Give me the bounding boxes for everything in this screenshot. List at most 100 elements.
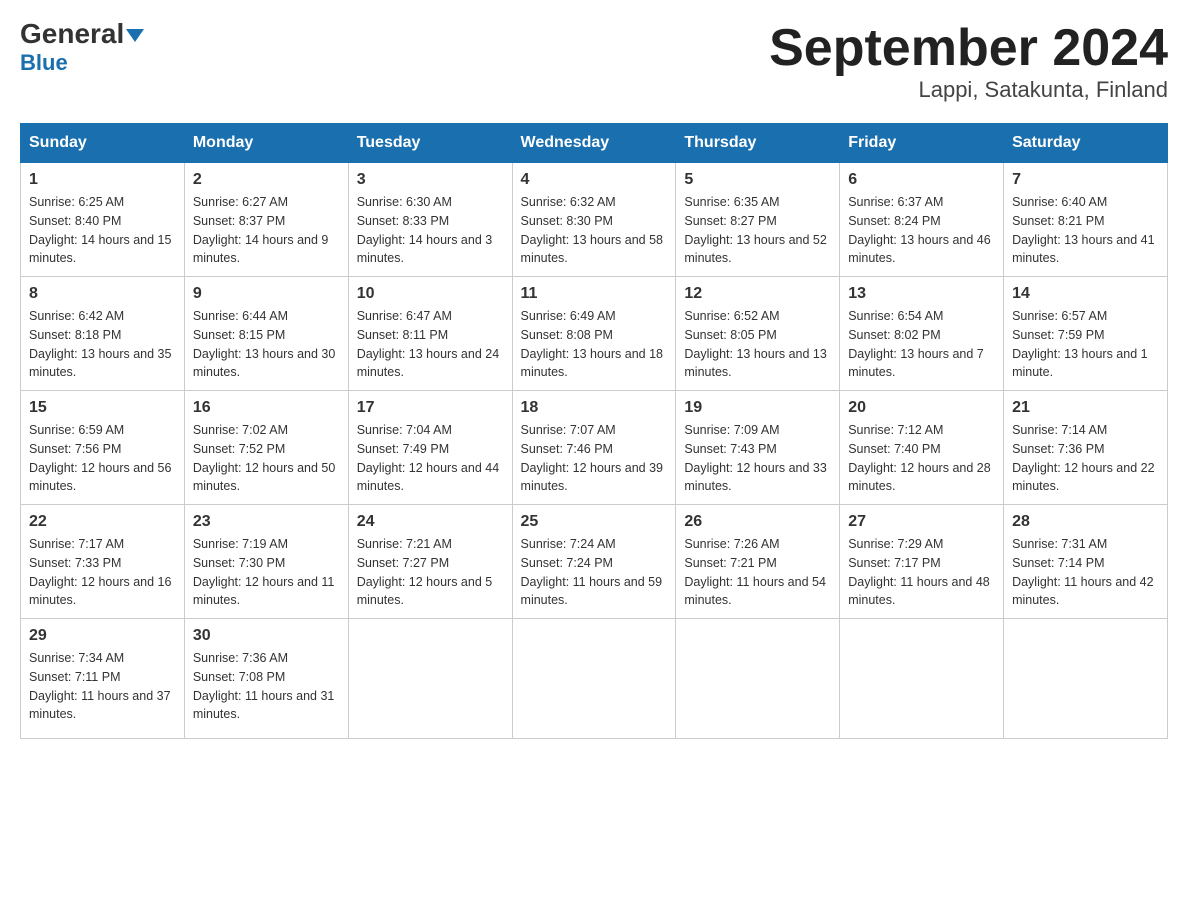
day-info: Sunrise: 6:54 AMSunset: 8:02 PMDaylight:…: [848, 307, 995, 382]
calendar-table: SundayMondayTuesdayWednesdayThursdayFrid…: [20, 123, 1168, 739]
day-number: 5: [684, 171, 831, 189]
day-info: Sunrise: 7:21 AMSunset: 7:27 PMDaylight:…: [357, 535, 504, 610]
day-number: 24: [357, 513, 504, 531]
day-info: Sunrise: 7:36 AMSunset: 7:08 PMDaylight:…: [193, 649, 340, 724]
calendar-cell: 15 Sunrise: 6:59 AMSunset: 7:56 PMDayligh…: [21, 391, 185, 505]
header-cell-thursday: Thursday: [676, 124, 840, 163]
day-info: Sunrise: 6:59 AMSunset: 7:56 PMDaylight:…: [29, 421, 176, 496]
header-cell-tuesday: Tuesday: [348, 124, 512, 163]
header-cell-friday: Friday: [840, 124, 1004, 163]
day-number: 13: [848, 285, 995, 303]
day-number: 15: [29, 399, 176, 417]
day-number: 16: [193, 399, 340, 417]
day-number: 6: [848, 171, 995, 189]
calendar-cell: 14 Sunrise: 6:57 AMSunset: 7:59 PMDayligh…: [1004, 277, 1168, 391]
day-number: 12: [684, 285, 831, 303]
day-info: Sunrise: 6:40 AMSunset: 8:21 PMDaylight:…: [1012, 193, 1159, 268]
day-info: Sunrise: 6:35 AMSunset: 8:27 PMDaylight:…: [684, 193, 831, 268]
day-info: Sunrise: 6:52 AMSunset: 8:05 PMDaylight:…: [684, 307, 831, 382]
day-info: Sunrise: 7:24 AMSunset: 7:24 PMDaylight:…: [521, 535, 668, 610]
day-number: 26: [684, 513, 831, 531]
day-number: 11: [521, 285, 668, 303]
day-number: 23: [193, 513, 340, 531]
header-cell-saturday: Saturday: [1004, 124, 1168, 163]
calendar-cell: [348, 619, 512, 739]
day-info: Sunrise: 7:14 AMSunset: 7:36 PMDaylight:…: [1012, 421, 1159, 496]
day-number: 9: [193, 285, 340, 303]
day-info: Sunrise: 7:31 AMSunset: 7:14 PMDaylight:…: [1012, 535, 1159, 610]
day-number: 3: [357, 171, 504, 189]
day-number: 29: [29, 627, 176, 645]
day-info: Sunrise: 7:02 AMSunset: 7:52 PMDaylight:…: [193, 421, 340, 496]
header-cell-sunday: Sunday: [21, 124, 185, 163]
calendar-cell: 12 Sunrise: 6:52 AMSunset: 8:05 PMDayligh…: [676, 277, 840, 391]
day-number: 18: [521, 399, 668, 417]
day-number: 25: [521, 513, 668, 531]
calendar-cell: 25 Sunrise: 7:24 AMSunset: 7:24 PMDayligh…: [512, 505, 676, 619]
calendar-cell: 9 Sunrise: 6:44 AMSunset: 8:15 PMDaylight…: [184, 277, 348, 391]
day-number: 10: [357, 285, 504, 303]
calendar-cell: 19Sunrise: 7:09 AMSunset: 7:43 PMDayligh…: [676, 391, 840, 505]
day-info: Sunrise: 6:49 AMSunset: 8:08 PMDaylight:…: [521, 307, 668, 382]
calendar-cell: 29Sunrise: 7:34 AMSunset: 7:11 PMDayligh…: [21, 619, 185, 739]
day-number: 20: [848, 399, 995, 417]
day-info: Sunrise: 7:19 AMSunset: 7:30 PMDaylight:…: [193, 535, 340, 610]
calendar-cell: [512, 619, 676, 739]
day-info: Sunrise: 7:29 AMSunset: 7:17 PMDaylight:…: [848, 535, 995, 610]
logo-blue: Blue: [20, 50, 68, 76]
day-number: 22: [29, 513, 176, 531]
calendar-body: 1 Sunrise: 6:25 AMSunset: 8:40 PMDaylight…: [21, 163, 1168, 739]
calendar-cell: 11 Sunrise: 6:49 AMSunset: 8:08 PMDayligh…: [512, 277, 676, 391]
calendar-cell: 2 Sunrise: 6:27 AMSunset: 8:37 PMDaylight…: [184, 163, 348, 277]
day-info: Sunrise: 6:27 AMSunset: 8:37 PMDaylight:…: [193, 193, 340, 268]
day-number: 8: [29, 285, 176, 303]
day-info: Sunrise: 7:04 AMSunset: 7:49 PMDaylight:…: [357, 421, 504, 496]
logo-general: General: [20, 20, 144, 48]
logo: General Blue: [20, 20, 144, 76]
calendar-cell: 21 Sunrise: 7:14 AMSunset: 7:36 PMDayligh…: [1004, 391, 1168, 505]
day-info: Sunrise: 7:17 AMSunset: 7:33 PMDaylight:…: [29, 535, 176, 610]
day-number: 14: [1012, 285, 1159, 303]
calendar-week-5: 29Sunrise: 7:34 AMSunset: 7:11 PMDayligh…: [21, 619, 1168, 739]
calendar-cell: 10 Sunrise: 6:47 AMSunset: 8:11 PMDayligh…: [348, 277, 512, 391]
day-info: Sunrise: 6:25 AMSunset: 8:40 PMDaylight:…: [29, 193, 176, 268]
calendar-cell: 16 Sunrise: 7:02 AMSunset: 7:52 PMDayligh…: [184, 391, 348, 505]
calendar-cell: 3Sunrise: 6:30 AMSunset: 8:33 PMDaylight…: [348, 163, 512, 277]
day-number: 7: [1012, 171, 1159, 189]
day-number: 28: [1012, 513, 1159, 531]
day-info: Sunrise: 7:12 AMSunset: 7:40 PMDaylight:…: [848, 421, 995, 496]
day-number: 19: [684, 399, 831, 417]
calendar-cell: 24 Sunrise: 7:21 AMSunset: 7:27 PMDayligh…: [348, 505, 512, 619]
calendar-cell: 23 Sunrise: 7:19 AMSunset: 7:30 PMDayligh…: [184, 505, 348, 619]
calendar-cell: 27 Sunrise: 7:29 AMSunset: 7:17 PMDayligh…: [840, 505, 1004, 619]
day-info: Sunrise: 6:47 AMSunset: 8:11 PMDaylight:…: [357, 307, 504, 382]
calendar-cell: 1 Sunrise: 6:25 AMSunset: 8:40 PMDaylight…: [21, 163, 185, 277]
day-info: Sunrise: 6:37 AMSunset: 8:24 PMDaylight:…: [848, 193, 995, 268]
day-number: 2: [193, 171, 340, 189]
day-info: Sunrise: 7:26 AMSunset: 7:21 PMDaylight:…: [684, 535, 831, 610]
calendar-cell: 6 Sunrise: 6:37 AMSunset: 8:24 PMDaylight…: [840, 163, 1004, 277]
page-header: General Blue September 2024 Lappi, Satak…: [20, 20, 1168, 103]
calendar-cell: 4Sunrise: 6:32 AMSunset: 8:30 PMDaylight…: [512, 163, 676, 277]
calendar-cell: 7 Sunrise: 6:40 AMSunset: 8:21 PMDaylight…: [1004, 163, 1168, 277]
calendar-cell: [840, 619, 1004, 739]
location-subtitle: Lappi, Satakunta, Finland: [769, 77, 1168, 103]
calendar-cell: 18Sunrise: 7:07 AMSunset: 7:46 PMDayligh…: [512, 391, 676, 505]
calendar-cell: 8Sunrise: 6:42 AMSunset: 8:18 PMDaylight…: [21, 277, 185, 391]
calendar-cell: 17Sunrise: 7:04 AMSunset: 7:49 PMDayligh…: [348, 391, 512, 505]
calendar-week-1: 1 Sunrise: 6:25 AMSunset: 8:40 PMDaylight…: [21, 163, 1168, 277]
day-number: 27: [848, 513, 995, 531]
day-number: 30: [193, 627, 340, 645]
calendar-cell: 30 Sunrise: 7:36 AMSunset: 7:08 PMDayligh…: [184, 619, 348, 739]
calendar-week-2: 8Sunrise: 6:42 AMSunset: 8:18 PMDaylight…: [21, 277, 1168, 391]
header-cell-wednesday: Wednesday: [512, 124, 676, 163]
calendar-header: SundayMondayTuesdayWednesdayThursdayFrid…: [21, 124, 1168, 163]
calendar-cell: 28 Sunrise: 7:31 AMSunset: 7:14 PMDayligh…: [1004, 505, 1168, 619]
day-info: Sunrise: 6:44 AMSunset: 8:15 PMDaylight:…: [193, 307, 340, 382]
header-row: SundayMondayTuesdayWednesdayThursdayFrid…: [21, 124, 1168, 163]
day-number: 1: [29, 171, 176, 189]
day-info: Sunrise: 6:57 AMSunset: 7:59 PMDaylight:…: [1012, 307, 1159, 382]
day-number: 4: [521, 171, 668, 189]
calendar-cell: [1004, 619, 1168, 739]
day-number: 21: [1012, 399, 1159, 417]
